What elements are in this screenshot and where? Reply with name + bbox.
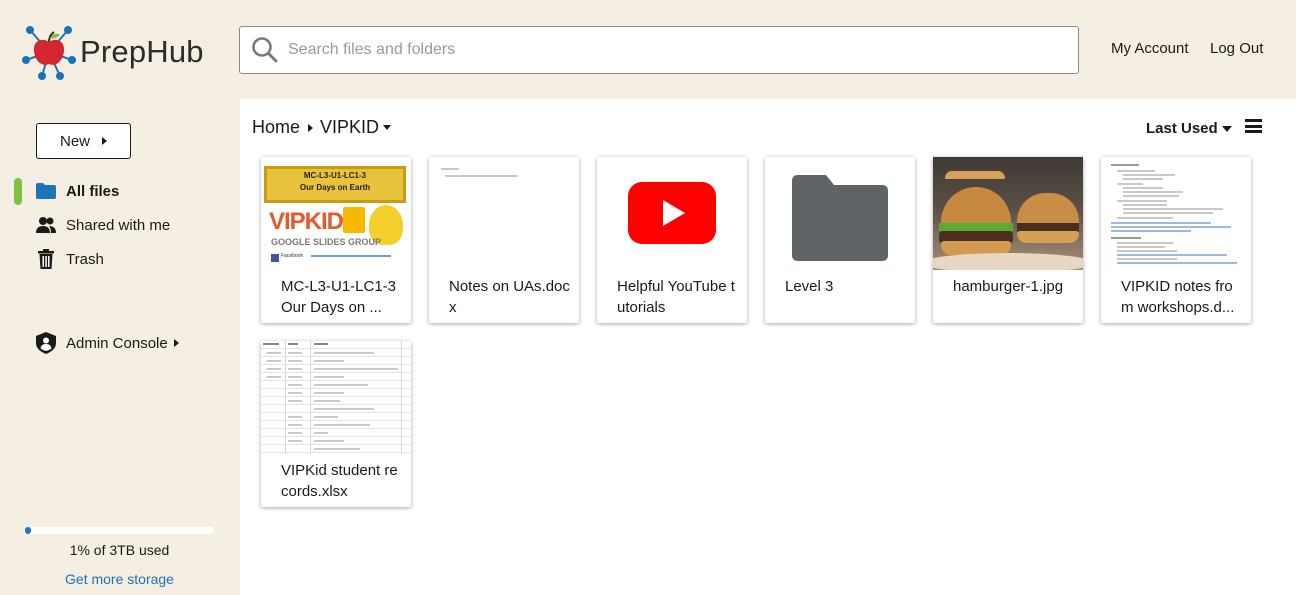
sidebar-item-label: All files	[66, 182, 120, 200]
search-icon	[252, 37, 278, 63]
breadcrumb-current[interactable]: VIPKID	[320, 117, 379, 138]
sidebar-item-admin-console[interactable]: Admin Console	[36, 332, 179, 354]
breadcrumb: Home VIPKID	[252, 117, 392, 138]
sidebar-item-trash[interactable]: Trash	[36, 249, 104, 269]
file-name: hamburger-1.jpg	[953, 278, 1064, 295]
slides-thumbnail: MC-L3-U1-LC1-3 Our Days on Earth VIPKID …	[261, 157, 411, 270]
sidebar-item-shared[interactable]: Shared with me	[36, 215, 170, 235]
sidebar-item-label: Trash	[66, 250, 104, 268]
storage-progress-bar	[25, 527, 214, 534]
file-card[interactable]: Notes on UAs.docx	[429, 157, 579, 323]
sort-label: Last Used	[1146, 120, 1218, 137]
facebook-icon	[271, 254, 279, 262]
spreadsheet-thumbnail	[261, 341, 411, 454]
youtube-thumbnail	[597, 157, 747, 270]
sidebar-item-label: Admin Console	[66, 334, 168, 352]
document-thumbnail	[429, 157, 579, 270]
file-card[interactable]: MC-L3-U1-LC1-3 Our Days on Earth VIPKID …	[261, 157, 411, 323]
folder-card[interactable]: Level 3	[765, 157, 915, 323]
thumb-facebook: Facebook	[281, 253, 303, 259]
thumb-subtitle: Our Days on Earth	[299, 183, 371, 192]
slides-icon	[343, 207, 365, 233]
shield-icon	[36, 332, 56, 354]
caret-right-icon	[173, 339, 179, 347]
caret-right-icon	[102, 137, 107, 145]
people-icon	[36, 215, 56, 235]
file-card[interactable]: VIPKID notes from workshops.d...	[1101, 157, 1251, 323]
new-button-label: New	[59, 132, 90, 150]
list-view-icon[interactable]	[1245, 119, 1262, 133]
file-name: MC-L3-U1-LC1-3 Our Days on ...	[281, 278, 397, 316]
my-account-link[interactable]: My Account	[1111, 40, 1189, 57]
file-name: Level 3	[785, 278, 834, 295]
thumb-title: MC-L3-U1-LC1-3	[303, 171, 367, 180]
chevron-down-icon[interactable]	[383, 125, 392, 130]
breadcrumb-separator-icon	[308, 123, 314, 132]
search-bar[interactable]	[239, 26, 1079, 74]
file-name: VIPKid student records.xlsx	[281, 462, 398, 500]
sidebar-item-label: Shared with me	[66, 216, 171, 234]
get-more-storage-link[interactable]: Get more storage	[25, 571, 214, 587]
file-card[interactable]: hamburger-1.jpg	[933, 157, 1083, 323]
document-thumbnail	[1101, 157, 1251, 270]
thumb-group: GOOGLE SLIDES GROUP	[271, 237, 382, 247]
breadcrumb-home[interactable]: Home	[252, 117, 300, 138]
vipkid-brand-logo: VIPKID	[269, 208, 344, 235]
file-card[interactable]: VIPKid student records.xlsx	[261, 341, 411, 507]
search-input[interactable]	[288, 41, 988, 59]
sidebar-item-all-files[interactable]: All files	[36, 181, 119, 201]
image-thumbnail	[933, 157, 1083, 270]
sort-dropdown[interactable]: Last Used	[1146, 120, 1232, 137]
file-browser: Home VIPKID Last Used MC-L3-U1-LC1-3 Our…	[240, 99, 1296, 595]
log-out-link[interactable]: Log Out	[1210, 40, 1263, 57]
storage-usage-text: 1% of 3TB used	[69, 542, 170, 558]
apple-logo-icon	[22, 26, 76, 80]
file-card[interactable]: Helpful YouTube tutorials	[597, 157, 747, 323]
file-name: Notes on UAs.docx	[449, 278, 570, 316]
storage-progress-fill	[25, 527, 31, 534]
youtube-play-icon	[628, 182, 716, 244]
folder-icon	[792, 175, 888, 261]
folder-thumbnail	[765, 157, 915, 270]
file-name: VIPKID notes from workshops.d...	[1121, 278, 1235, 316]
app-name: PrepHub	[80, 34, 204, 69]
folder-icon	[36, 181, 56, 201]
chevron-down-icon	[1221, 125, 1232, 132]
app-logo[interactable]: PrepHub	[20, 24, 204, 80]
file-name: Helpful YouTube tutorials	[617, 278, 735, 316]
active-indicator	[14, 178, 22, 205]
new-button[interactable]: New	[36, 123, 131, 159]
trash-icon	[36, 249, 56, 269]
